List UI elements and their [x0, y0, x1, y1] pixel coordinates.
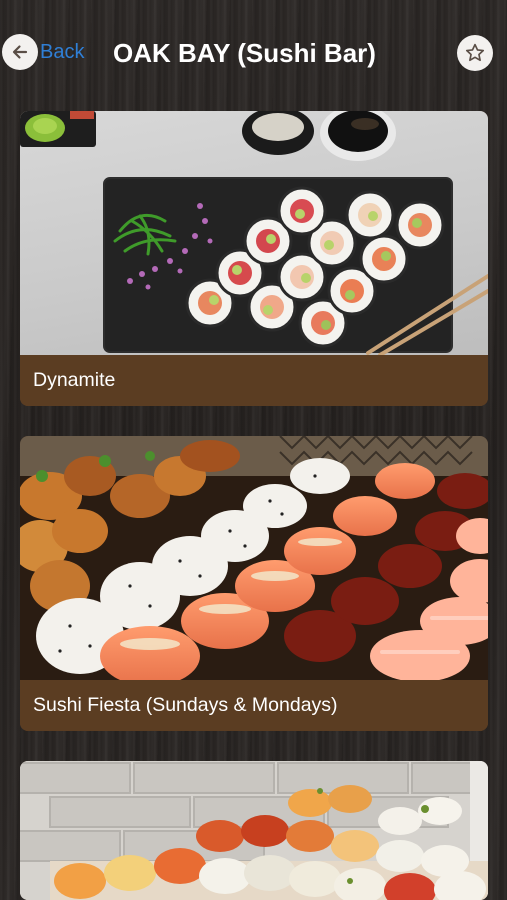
menu-item-photo [20, 761, 488, 900]
menu-card-platter[interactable] [20, 761, 488, 900]
arrow-left-icon [2, 34, 38, 70]
menu-item-photo [20, 111, 488, 355]
menu-card-label: Sushi Fiesta (Sundays & Mondays) [20, 680, 488, 731]
favorite-button[interactable] [457, 35, 493, 71]
star-outline-icon [464, 42, 486, 64]
menu-item-photo [20, 436, 488, 680]
app-header: Back OAK BAY (Sushi Bar) [0, 0, 507, 106]
menu-card-dynamite[interactable]: Dynamite [20, 111, 488, 406]
menu-card-sushi-fiesta[interactable]: Sushi Fiesta (Sundays & Mondays) [20, 436, 488, 731]
page-title: OAK BAY (Sushi Bar) [113, 38, 376, 68]
back-button[interactable]: Back [2, 34, 84, 70]
menu-card-label: Dynamite [20, 355, 488, 406]
back-label: Back [40, 40, 85, 63]
